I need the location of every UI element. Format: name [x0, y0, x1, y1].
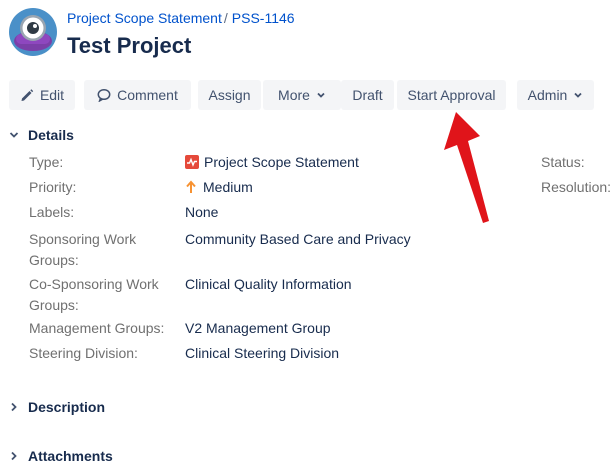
- details-heading: Details: [28, 127, 74, 143]
- priority-label: Priority:: [29, 179, 77, 195]
- breadcrumb-separator: /: [223, 10, 228, 26]
- sponsoring-work-groups-value: Community Based Care and Privacy: [185, 231, 411, 247]
- project-scope-statement-icon: [185, 155, 199, 169]
- priority-value: Medium: [185, 177, 253, 198]
- project-avatar-icon[interactable]: [9, 8, 57, 56]
- labels-value: None: [185, 204, 219, 220]
- priority-value-text: Medium: [203, 179, 253, 195]
- draft-button[interactable]: Draft: [341, 80, 394, 110]
- chevron-right-icon: [11, 451, 17, 461]
- co-sponsoring-work-groups-label: Co-Sponsoring Work Groups:: [29, 276, 159, 313]
- attachments-section-toggle[interactable]: Attachments: [9, 447, 113, 465]
- comment-icon: [97, 88, 111, 102]
- comment-button[interactable]: Comment: [84, 80, 191, 110]
- management-groups-label: Management Groups:: [29, 320, 165, 336]
- type-value: Project Scope Statement: [185, 152, 359, 173]
- assign-button-label: Assign: [208, 87, 251, 103]
- co-sponsoring-work-groups-value: Clinical Quality Information: [185, 276, 352, 292]
- description-heading: Description: [28, 399, 106, 415]
- breadcrumb: Project Scope Statement / PSS-1146: [67, 9, 295, 27]
- draft-button-label: Draft: [352, 87, 383, 103]
- chevron-down-icon: [574, 92, 582, 98]
- management-groups-value: V2 Management Group: [185, 320, 331, 336]
- steering-division-value: Clinical Steering Division: [185, 345, 340, 361]
- issue-view: Project Scope Statement / PSS-1146 Test Pr…: [0, 0, 612, 468]
- chevron-down-icon: [317, 92, 325, 98]
- sponsoring-work-groups-label: Sponsoring Work Groups:: [29, 231, 137, 268]
- type-label: Type:: [29, 154, 64, 170]
- status-label: Status:: [541, 154, 585, 170]
- admin-button[interactable]: Admin: [517, 80, 594, 110]
- breadcrumb-project-link[interactable]: Project Scope Statement: [67, 10, 222, 26]
- start-approval-button-label: Start Approval: [407, 87, 496, 103]
- type-value-text: Project Scope Statement: [204, 154, 359, 170]
- attachments-heading: Attachments: [28, 448, 113, 464]
- arrow-up-icon: [186, 180, 196, 193]
- start-approval-button[interactable]: Start Approval: [397, 80, 506, 110]
- edit-button-label: Edit: [39, 87, 65, 103]
- description-section-toggle[interactable]: Description: [9, 398, 105, 416]
- annotation-arrow-icon: [444, 112, 489, 223]
- pencil-icon: [21, 89, 34, 101]
- more-button-label: More: [278, 87, 310, 103]
- comment-button-label: Comment: [117, 87, 178, 103]
- page-title[interactable]: Test Project: [67, 32, 191, 60]
- chevron-right-icon: [11, 402, 17, 412]
- assign-button[interactable]: Assign: [198, 80, 261, 110]
- breadcrumb-issue-link[interactable]: PSS-1146: [232, 10, 295, 26]
- chevron-down-icon: [9, 132, 19, 138]
- more-button[interactable]: More: [263, 80, 341, 110]
- resolution-label: Resolution:: [541, 179, 612, 195]
- details-section-toggle[interactable]: Details: [9, 126, 74, 144]
- labels-label: Labels:: [29, 204, 75, 220]
- edit-button[interactable]: Edit: [9, 80, 75, 110]
- steering-division-label: Steering Division:: [29, 345, 138, 361]
- admin-button-label: Admin: [527, 87, 568, 103]
